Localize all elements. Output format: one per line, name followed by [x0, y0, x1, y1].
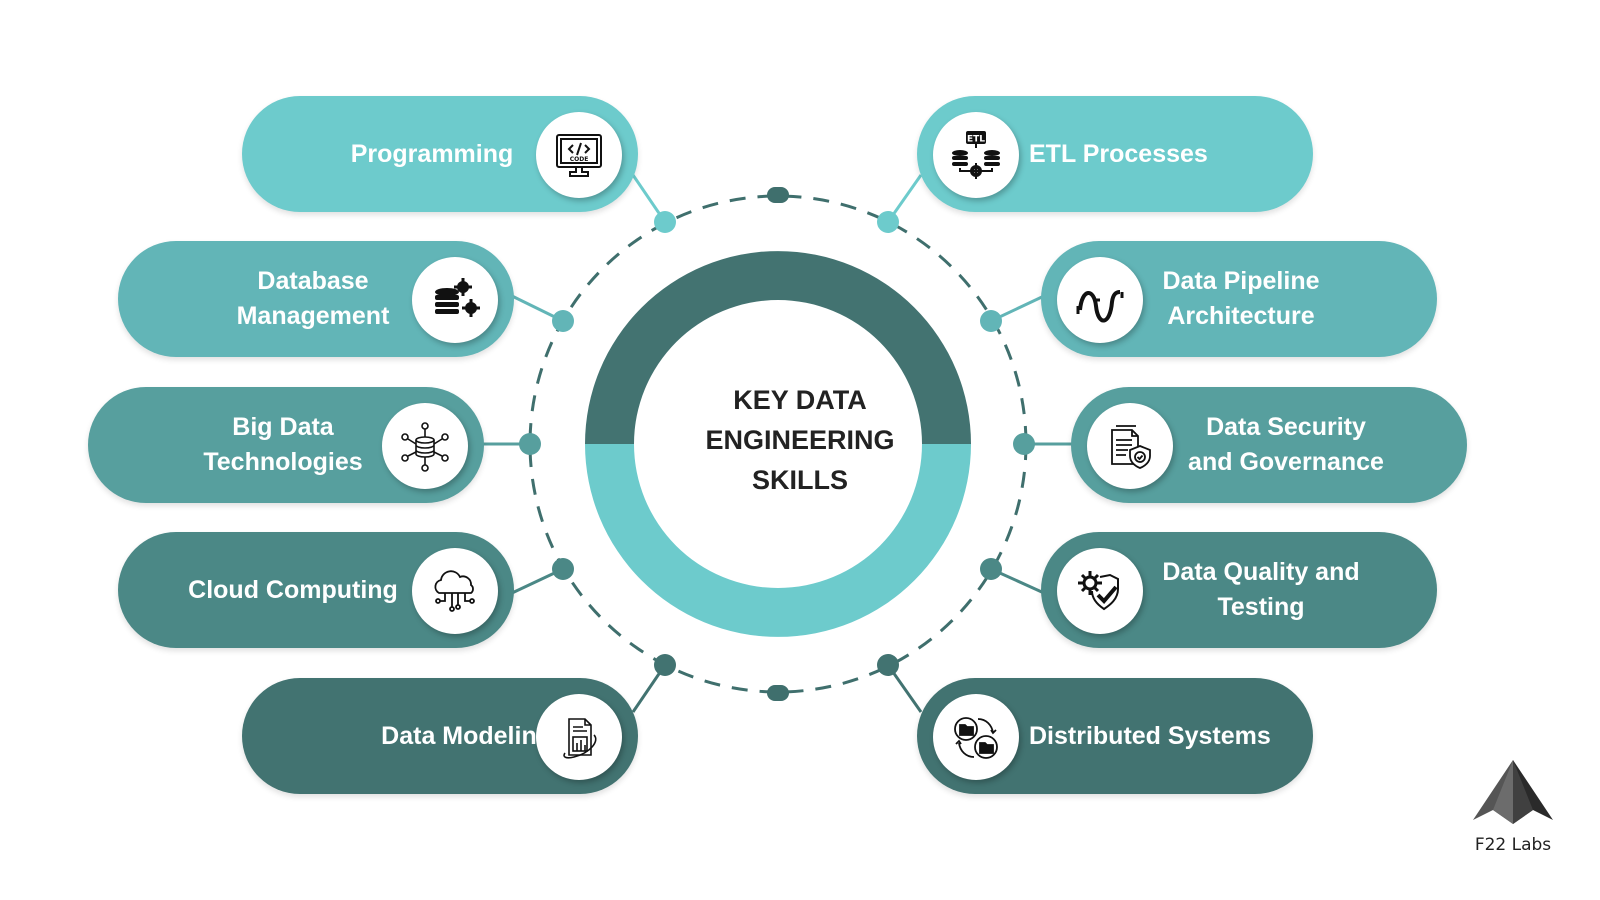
skill-pill-data-modeling[interactable]: Data Modeling: [242, 678, 638, 794]
orbit-node: [877, 654, 899, 676]
database-network-icon: [401, 422, 449, 472]
skill-pill-big-data-technologies[interactable]: Big Data Technologies: [88, 387, 484, 503]
skill-pill-distributed-systems[interactable]: Distributed Systems: [917, 678, 1313, 794]
skill-pill-database-management[interactable]: Database Management: [118, 241, 514, 357]
skill-pill-data-pipeline-architecture[interactable]: Data Pipeline Architecture: [1041, 241, 1437, 357]
skill-pill-etl-processes[interactable]: ETL ETL Processes: [917, 96, 1313, 212]
skill-label: Data Modeling: [381, 721, 552, 750]
skill-label: Database Management: [236, 267, 390, 330]
skill-label: Distributed Systems: [1029, 721, 1271, 750]
folder-sync-icon: [954, 717, 998, 759]
orbit-node: [1013, 433, 1035, 455]
cloud-network-icon: [434, 570, 475, 612]
document-shield-icon: [1111, 425, 1151, 469]
orbit-node: [654, 211, 676, 233]
skill-pill-programming[interactable]: Programming CODE: [242, 96, 638, 212]
skill-label: Data Quality and Testing: [1162, 558, 1360, 621]
svg-text:CODE: CODE: [570, 156, 589, 163]
brand-logo[interactable]: F22 Labs: [1468, 758, 1558, 855]
orbit-node: [519, 433, 541, 455]
orbit-node: [552, 310, 574, 332]
svg-text:ETL: ETL: [967, 135, 985, 145]
etl-database-icon: ETL: [952, 131, 1000, 179]
orbit-node-top: [767, 187, 789, 203]
database-gear-icon: [435, 278, 480, 317]
skill-pill-data-quality-testing[interactable]: Data Quality and Testing: [1041, 532, 1437, 648]
gear-shield-check-icon: [1078, 571, 1119, 611]
center-title: KEY DATA ENGINEERING SKILLS: [705, 385, 895, 495]
orbit-node: [980, 558, 1002, 580]
skill-label: Programming: [350, 139, 514, 168]
skill-label: ETL Processes: [1029, 139, 1208, 168]
orbit-node-bottom: [767, 685, 789, 701]
orbit-node: [654, 654, 676, 676]
report-chart-icon: [563, 718, 597, 759]
skill-label: Cloud Computing: [188, 575, 398, 604]
pipeline-icon: [1076, 290, 1124, 323]
orbit-node: [552, 558, 574, 580]
skills-diagram: Programming CODE Database Management Big…: [0, 0, 1600, 900]
skill-pill-data-security-governance[interactable]: Data Security and Governance: [1071, 387, 1467, 503]
skill-label: Big Data Technologies: [203, 413, 363, 476]
orbit-node: [877, 211, 899, 233]
skill-label: Data Security and Governance: [1188, 413, 1384, 476]
brand-name: F22 Labs: [1474, 835, 1552, 855]
orbit-node: [980, 310, 1002, 332]
skill-label: Data Pipeline Architecture: [1162, 267, 1320, 330]
skill-pill-cloud-computing[interactable]: Cloud Computing: [118, 532, 514, 648]
f22-logo-icon: [1473, 760, 1553, 824]
code-monitor-icon: CODE: [556, 134, 602, 177]
